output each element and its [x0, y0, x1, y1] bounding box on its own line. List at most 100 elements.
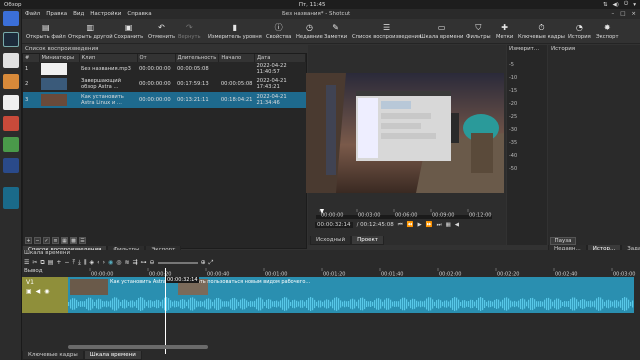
open-other-button[interactable]: ▥ Открыть другой	[68, 21, 113, 44]
open-file-button[interactable]: ▤ Открыть файл	[26, 21, 66, 44]
system-tray[interactable]: ⇅ ◀) ⏻ ▾	[603, 1, 636, 8]
details-view-icon[interactable]: ▦	[61, 237, 68, 244]
scrub-icon[interactable]: ◎	[116, 259, 121, 266]
waveform-bar	[146, 301, 148, 307]
tab-timeline[interactable]: Шкала времени	[83, 351, 142, 360]
timeline-button[interactable]: ▭ Шкала времени	[420, 21, 463, 44]
save-button[interactable]: ▣ Сохранить	[114, 21, 143, 44]
close-icon[interactable]: ×	[631, 11, 636, 17]
col-date[interactable]: Дата	[254, 54, 307, 62]
ripple-markers-icon[interactable]: ⊶	[141, 259, 147, 266]
skip-next-icon[interactable]: ⏭	[437, 222, 442, 229]
menu-file[interactable]: Файл	[25, 11, 40, 17]
menu-icon[interactable]: ☰	[79, 237, 86, 244]
skip-previous-icon[interactable]: ⏮	[398, 222, 403, 229]
v1-track-header[interactable]: V1 ▣ ◀ ◉	[22, 277, 68, 313]
remove-icon[interactable]: −	[64, 259, 69, 266]
zoom-slider[interactable]	[157, 261, 198, 264]
notes-button[interactable]: ✎ Заметки	[324, 21, 347, 44]
fast-forward-icon[interactable]: ⏩	[426, 222, 433, 228]
terminal-icon[interactable]	[3, 32, 19, 47]
add-icon[interactable]: +	[56, 259, 61, 266]
maximize-icon[interactable]: □	[620, 11, 625, 17]
menu-edit[interactable]: Правка	[46, 11, 67, 17]
col-in[interactable]: От	[137, 54, 176, 62]
playlist-row[interactable]: 2 Завершающий обзор Astra ... 00:00:00:0…	[23, 76, 306, 92]
browser-icon[interactable]	[3, 11, 19, 26]
doc-viewer-icon[interactable]	[3, 158, 19, 173]
ripple-icon[interactable]: ≋	[124, 259, 129, 266]
redo-button[interactable]: ↷ Вернуть	[178, 21, 201, 44]
paste-icon[interactable]: ▤	[48, 259, 54, 266]
timeline-scrollbar[interactable]	[68, 345, 208, 349]
history-button[interactable]: ◔ История	[568, 21, 591, 44]
undo-button[interactable]: ↶ Отменить	[148, 21, 175, 44]
video-preview[interactable]	[306, 73, 504, 193]
col-clip[interactable]: Клип	[79, 54, 138, 62]
timeline-clip[interactable]: Как установить Astra Linux и начать поль…	[68, 277, 634, 313]
playlist-button[interactable]: ☰ Список воспроизведения	[352, 21, 421, 44]
zoom-in-icon[interactable]: ⊕	[201, 259, 206, 266]
pause-button[interactable]: Пауза	[550, 237, 576, 245]
properties-button[interactable]: ⓘ Свойства	[266, 21, 291, 44]
menu-icon[interactable]: ☰	[24, 259, 29, 266]
ruler-label: 00:01:00	[265, 272, 287, 277]
col-duration[interactable]: Длительность	[175, 54, 220, 62]
mail-icon[interactable]	[3, 53, 19, 68]
split-icon[interactable]: ⫼	[84, 259, 87, 267]
copy-icon[interactable]: ⧉	[40, 259, 44, 267]
lock-icon[interactable]: ▣	[26, 288, 32, 295]
col-thumbnails[interactable]: Миниатюры	[39, 54, 80, 62]
camera-icon[interactable]	[3, 95, 19, 110]
prev-marker-icon[interactable]: ‹	[97, 259, 99, 266]
activities-button[interactable]: Обзор	[4, 2, 22, 8]
overwrite-icon[interactable]: ⤓	[78, 259, 81, 267]
grid-icon[interactable]: ▦	[446, 222, 451, 228]
system-clock[interactable]: Пт, 11:45	[299, 2, 326, 8]
list-view-icon[interactable]: ≡	[52, 237, 59, 244]
rewind-icon[interactable]: ⏪	[407, 222, 414, 228]
waveform-bar	[72, 298, 74, 310]
recent-button[interactable]: ◷ Недавние	[296, 21, 323, 44]
snap-icon[interactable]: ◉	[108, 259, 113, 266]
tab-project[interactable]: Проект	[351, 236, 384, 245]
timeline-ruler[interactable]: 00:00:00 00:00:20 00:00:40 00:01:00 00:01:20…	[68, 268, 638, 276]
volume-icon[interactable]: ◀	[455, 222, 459, 228]
keyframes-button[interactable]: ⏱ Ключевые кадры	[518, 21, 565, 44]
files-icon[interactable]	[3, 74, 19, 89]
zoom-out-icon[interactable]: ⊖	[150, 259, 155, 266]
current-time-field[interactable]: 00:00:32:14	[315, 222, 353, 228]
update-icon[interactable]: ✓	[43, 237, 50, 244]
calendar-icon[interactable]	[3, 116, 19, 131]
marker-icon[interactable]: ◈	[90, 259, 95, 266]
add-icon[interactable]: +	[25, 237, 32, 244]
tab-source[interactable]: Исходный	[310, 236, 352, 245]
markers-button[interactable]: ✚ Метки	[496, 21, 513, 44]
col-number[interactable]: #	[23, 54, 40, 62]
zoom-fit-icon[interactable]: ⤢	[209, 259, 214, 267]
icon-view-icon[interactable]: ▩	[70, 237, 77, 244]
play-icon[interactable]: ▶	[418, 222, 422, 228]
playlist-row[interactable]: 1 Без названия.mp3 00:00:00:00 00:00:05:…	[23, 62, 306, 76]
waveform-bar	[216, 297, 218, 311]
lift-icon[interactable]: ⤒	[72, 259, 75, 267]
settings-app-icon[interactable]	[3, 137, 19, 152]
export-button[interactable]: ✸ Экспорт	[596, 21, 619, 44]
mute-icon[interactable]: ◀	[36, 288, 41, 295]
shotcut-icon[interactable]	[3, 187, 19, 209]
next-marker-icon[interactable]: ›	[103, 259, 105, 266]
menu-help[interactable]: Справка	[127, 11, 151, 17]
playlist-row-selected[interactable]: 3 Как установить Astra Linux и ... 00:00…	[23, 92, 306, 108]
menu-view[interactable]: Вид	[73, 11, 84, 17]
bottom-tabs: Ключевые кадры Шкала времени	[22, 351, 142, 360]
minimize-icon[interactable]: –	[611, 11, 614, 17]
filters-button[interactable]: ⛉ Фильтры	[466, 21, 491, 44]
col-start[interactable]: Начало	[218, 54, 255, 62]
ripple-all-icon[interactable]: ⇶	[133, 259, 138, 266]
remove-icon[interactable]: −	[34, 237, 41, 244]
cut-icon[interactable]: ✂	[32, 259, 37, 266]
tab-keyframes[interactable]: Ключевые кадры	[22, 351, 84, 360]
level-meter-button[interactable]: ▮ Измеритель уровня	[208, 21, 262, 44]
hide-icon[interactable]: ◉	[44, 288, 49, 295]
menu-settings[interactable]: Настройки	[90, 11, 121, 17]
